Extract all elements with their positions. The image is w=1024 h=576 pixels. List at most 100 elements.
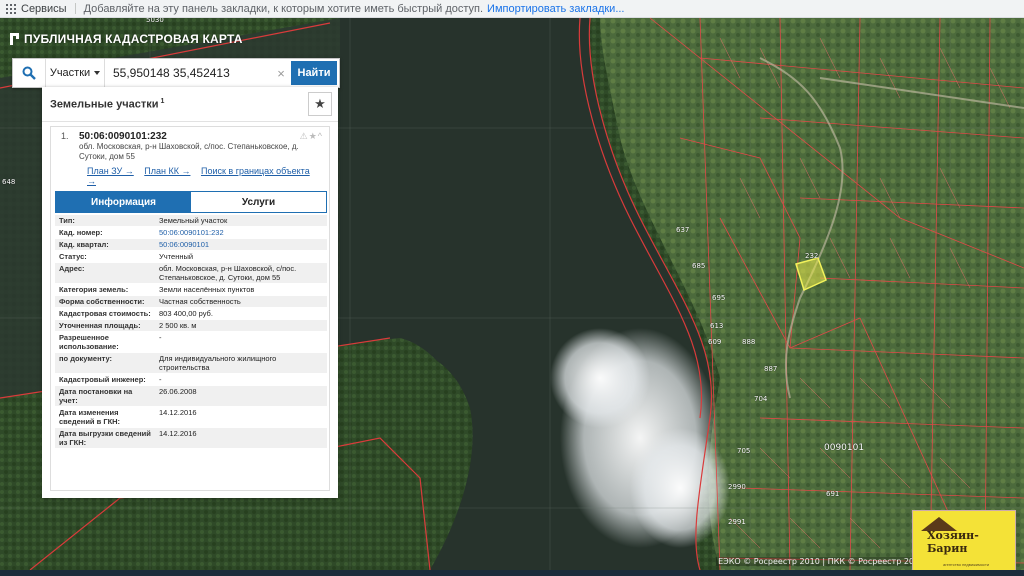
info-row: Категория земель: Земли населённых пункто…	[55, 284, 327, 296]
info-row-value: Для индивидуального жилищного строительс…	[159, 354, 277, 372]
info-row: Кадастровый инженер: -	[55, 374, 327, 386]
card-actions[interactable]: ⚠★^	[300, 131, 323, 142]
chevron-down-icon	[94, 71, 101, 75]
info-row-value: Частная собственность	[159, 297, 241, 306]
plot-label: 685	[692, 262, 706, 270]
info-row-value[interactable]: 50:06:0090101	[155, 239, 327, 250]
parcel-links: План ЗУ → План КК → Поиск в границах объ…	[87, 166, 329, 186]
info-row: Кадастровая стоимость: 803 400,00 руб.	[55, 308, 327, 320]
search-input[interactable]	[105, 59, 273, 87]
info-row-value: 803 400,00 руб.	[159, 309, 213, 318]
info-table: Тип: Земельный участок Кад. номер: 50:06:00…	[55, 215, 327, 449]
plot-label: 691	[826, 490, 840, 498]
app-title: ПУБЛИЧНАЯ КАДАСТРОВАЯ КАРТА	[24, 32, 243, 46]
card-tabs: Информация Услуги	[55, 191, 327, 213]
info-row-key: Категория земель:	[59, 285, 129, 294]
plot-label: 887	[764, 365, 778, 373]
clear-icon[interactable]: ×	[273, 59, 289, 87]
brand-tagline: агентство недвижимости	[943, 562, 990, 567]
result-count: 1	[160, 97, 165, 105]
star-icon: ★	[314, 96, 326, 111]
apps-shortcut[interactable]: Сервисы	[6, 3, 67, 15]
info-row-key: Дата постановки на учет:	[59, 387, 133, 405]
info-row: Кад. номер: 50:06:0090101:232	[55, 227, 327, 239]
search-type-label: Участки	[49, 67, 91, 79]
info-row-value: -	[159, 333, 162, 342]
import-bookmarks-link[interactable]: Импортировать закладки...	[487, 3, 624, 15]
parcel-card: 1. 50:06:0090101:232 обл. Московская, р-…	[50, 126, 330, 491]
plot-label: 637	[676, 226, 690, 234]
info-row-value: обл. Московская, р-н Шаховской, с/пос. С…	[159, 264, 297, 282]
warning-icon: ⚠	[299, 131, 309, 141]
apps-grid-icon	[6, 3, 16, 14]
info-row-key: Уточненная площадь:	[59, 321, 141, 330]
copyright-text: ЕЭКО © Росреестр 2010 | ПКК © Росреестр …	[716, 557, 916, 566]
info-row-value: 2 500 кв. м	[159, 321, 197, 330]
info-row-key: Кадастровый инженер:	[59, 375, 146, 384]
plot-label: 705	[737, 447, 751, 455]
star-icon: ★	[308, 131, 318, 141]
plan-zu-link[interactable]: План ЗУ →	[87, 166, 134, 176]
info-row-key: Дата выгрузки сведений из ГКН:	[59, 429, 151, 447]
parcel-address: обл. Московская, р-н Шаховской, с/пос. С…	[79, 142, 299, 161]
search-icon	[22, 66, 36, 80]
tab-services[interactable]: Услуги	[191, 192, 326, 212]
logo-icon	[10, 33, 19, 45]
info-row: Дата выгрузки сведений из ГКН: 14.12.2016	[55, 428, 327, 449]
plot-label: 613	[710, 322, 724, 330]
parcel-cad-number[interactable]: 50:06:0090101:232	[79, 131, 323, 142]
plan-kk-link[interactable]: План КК →	[144, 166, 190, 176]
brand-name: Хозяин-Барин	[927, 529, 979, 555]
info-row: Форма собственности: Частная собственност…	[55, 296, 327, 308]
info-row-value: Земельный участок	[159, 216, 228, 225]
info-row: Уточненная площадь: 2 500 кв. м	[55, 320, 327, 332]
info-row: Кад. квартал: 50:06:0090101	[55, 239, 327, 251]
info-row-value: 14.12.2016	[159, 408, 197, 417]
panel-header: Земельные участки 1 ★	[42, 87, 338, 122]
plot-label: 704	[754, 395, 768, 403]
result-index: 1.	[61, 131, 69, 141]
bookmarks-bar: Сервисы Добавляйте на эту панель закладк…	[0, 0, 1024, 18]
info-row-value: 26.06.2008	[159, 387, 197, 396]
brand-logo: Хозяин-Барин агентство недвижимости	[912, 510, 1016, 572]
info-row-value: Земли населённых пунктов	[159, 285, 255, 294]
info-row-key: Форма собственности:	[59, 297, 145, 306]
info-row-key: Кад. квартал:	[59, 240, 109, 249]
info-row: по документу: Для индивидуального жилищно…	[55, 353, 327, 374]
plot-label: 609	[708, 338, 722, 346]
info-row: Дата изменения сведений в ГКН: 14.12.2016	[55, 407, 327, 428]
info-row-key: Кадастровая стоимость:	[59, 309, 151, 318]
search-button[interactable]	[13, 59, 46, 87]
info-row-value[interactable]: 50:06:0090101:232	[155, 227, 327, 238]
bookmarks-hint: Добавляйте на эту панель закладки, к кот…	[83, 2, 484, 15]
plot-label: 695	[712, 294, 726, 302]
tab-info[interactable]: Информация	[56, 192, 191, 212]
plot-label: 2991	[728, 518, 746, 526]
info-row-value: -	[159, 375, 162, 384]
favorite-button[interactable]: ★	[308, 92, 332, 116]
taskbar	[0, 570, 1024, 576]
search-type-dropdown[interactable]: Участки	[46, 59, 105, 87]
search-bar: Участки × Найти	[12, 58, 340, 88]
info-row-key: Дата изменения сведений в ГКН:	[59, 408, 121, 426]
plot-label: 2990	[728, 483, 746, 491]
info-row: Дата постановки на учет: 26.06.2008	[55, 386, 327, 407]
info-row: Адрес: обл. Московская, р-н Шаховской, с/…	[55, 263, 327, 284]
info-row: Тип: Земельный участок	[55, 215, 327, 227]
house-icon	[921, 517, 957, 531]
result-panel: Земельные участки 1 ★ 1. 50:06:0090101:23…	[42, 87, 338, 498]
info-row-value: 14.12.2016	[159, 429, 197, 438]
info-row: Статус: Учтенный	[55, 251, 327, 263]
info-row-key: по документу:	[59, 354, 113, 363]
apps-label: Сервисы	[21, 2, 67, 15]
info-row-value: Учтенный	[159, 252, 194, 261]
chevron-up-icon: ^	[317, 131, 323, 141]
bookmarks-divider	[74, 3, 76, 14]
find-button[interactable]: Найти	[291, 61, 337, 85]
info-row: Разрешенное использование: -	[55, 332, 327, 353]
plot-label: 888	[742, 338, 756, 346]
app-logo[interactable]: ПУБЛИЧНАЯ КАДАСТРОВАЯ КАРТА	[10, 32, 243, 46]
plot-label: 648	[2, 178, 16, 186]
plot-label: 5030	[146, 18, 164, 24]
info-row-key: Тип:	[59, 216, 75, 225]
